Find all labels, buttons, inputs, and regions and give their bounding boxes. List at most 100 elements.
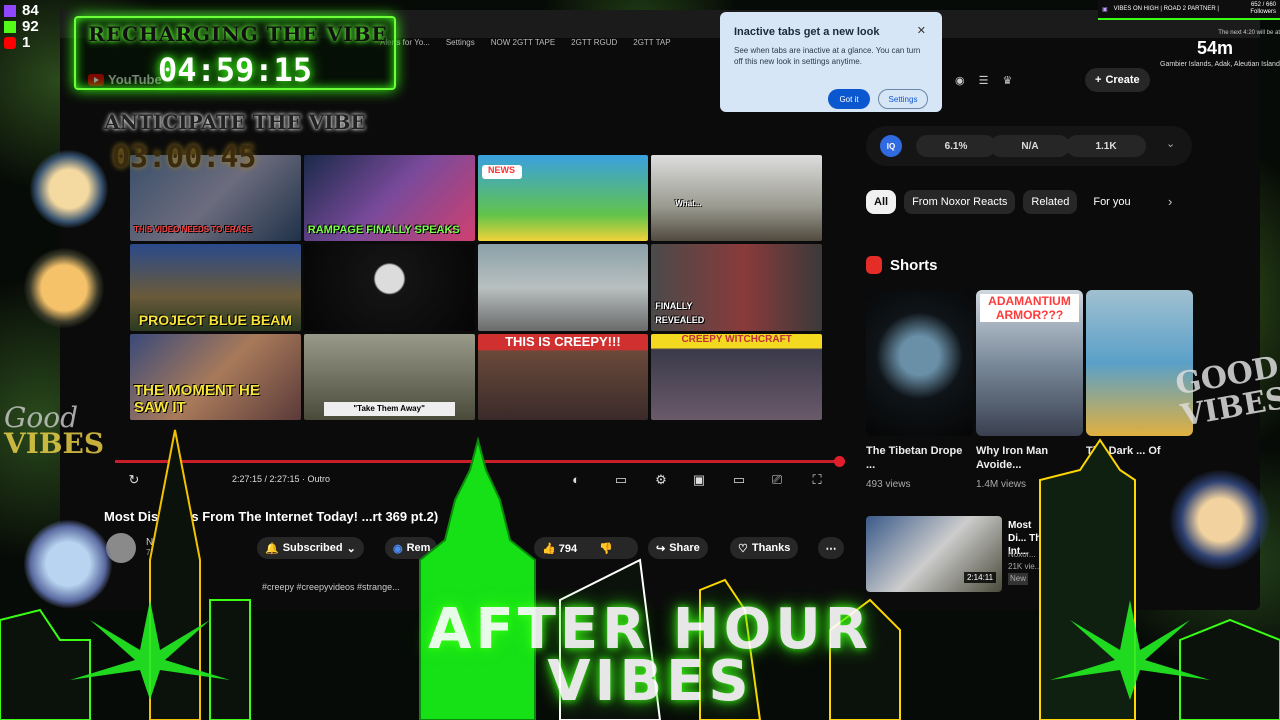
twitch-count: 84 xyxy=(22,2,39,19)
short-views: ...views xyxy=(1086,479,1120,490)
sleeping-cat-sticker xyxy=(30,150,108,228)
fullscreen-icon[interactable]: ⛶ xyxy=(807,472,827,488)
miniplayer-icon[interactable]: ▣ xyxy=(689,472,709,488)
create-label: Create xyxy=(1105,74,1140,86)
channel-info[interactable]: Ne... 77... xyxy=(146,537,167,557)
endscreen-video[interactable]: What... xyxy=(651,155,822,242)
settings-gear-icon[interactable]: ⚙ xyxy=(651,472,671,488)
bookmark-item[interactable]: 2GTT RGUD xyxy=(571,38,617,47)
queue-icon[interactable]: ☰ xyxy=(979,74,989,87)
short-thumbnail[interactable] xyxy=(866,290,973,436)
thumb-banner: NEWS xyxy=(481,165,522,179)
create-button[interactable]: + Create xyxy=(1085,68,1150,92)
follower-count: 652 / 660 xyxy=(1250,2,1276,8)
widget-value: 54m xyxy=(1196,38,1234,58)
short-title[interactable]: The Tibetan Drope ... xyxy=(866,444,966,472)
stream-title: VIBES ON HIGH | ROAD 2 PARTNER | xyxy=(1113,6,1219,12)
shorts-icon xyxy=(866,256,882,274)
like-dislike-group: 👍 794 👎 xyxy=(534,537,638,559)
inactive-tabs-popup: Inactive tabs get a new look ✕ See when … xyxy=(720,12,942,112)
widget-location: Gambier Islands, Adak, Aleutian Islands xyxy=(1160,61,1280,68)
cast-icon[interactable]: ⎚ xyxy=(767,472,787,488)
chevron-right-icon[interactable]: › xyxy=(1168,194,1172,209)
chip-related[interactable]: Related xyxy=(1023,190,1078,214)
channel-name: Ne... xyxy=(146,537,168,548)
four-twenty-widget: The next 4:20 will be at 54m Gambier Isl… xyxy=(1160,30,1280,68)
counter-row: 1 xyxy=(4,35,39,51)
remix-icon: ◉ xyxy=(393,542,403,555)
chip-from-channel[interactable]: From Noxor Reacts xyxy=(904,190,1016,214)
endscreen-video[interactable] xyxy=(477,244,649,331)
close-icon[interactable]: ✕ xyxy=(917,24,926,37)
stat-pill: 1.1K xyxy=(1066,135,1146,157)
short-title[interactable]: Why Iron Man Avoide... xyxy=(976,444,1076,472)
short-views: 493 views xyxy=(866,479,911,490)
endscreen-video[interactable]: NEWS xyxy=(477,155,649,242)
twitch-icon xyxy=(4,5,16,17)
iq-badge[interactable]: IQ xyxy=(880,135,902,157)
thumb-caption: What... xyxy=(675,199,702,209)
share-button[interactable]: ↪ Share xyxy=(648,537,708,559)
endscreen-video[interactable]: THE MOMENT HE SAW IT xyxy=(130,333,301,420)
like-button[interactable]: 👍 794 xyxy=(542,542,577,555)
player-controls: ↻ 2:27:15 / 2:27:15 · Outro ◐ ▭ ⚙ ▣ ▭ ⎚ … xyxy=(124,470,834,492)
follower-goal: 652 / 660 Followers xyxy=(1250,2,1276,16)
settings-button[interactable]: Settings xyxy=(878,89,928,109)
endscreen-video[interactable]: "Take Them Away" xyxy=(303,333,475,420)
thanks-icon: ♡ xyxy=(738,542,748,555)
dislike-icon[interactable]: 👎 xyxy=(599,542,613,555)
short-thumbnail[interactable]: ADAMANTIUM ARMOR??? xyxy=(976,290,1083,436)
countdown-value: 03:00:45 xyxy=(112,140,257,175)
short-caption: ADAMANTIUM ARMOR??? xyxy=(980,294,1079,322)
youtube-count: 1 xyxy=(22,34,31,51)
stat-pill: 6.1% xyxy=(916,135,996,157)
bookmark-item[interactable]: NOW 2GTT TAPE xyxy=(491,38,555,47)
got-it-button[interactable]: Got it xyxy=(828,89,870,109)
video-progress-bar[interactable] xyxy=(115,456,845,467)
stats-extension-bar: IQ 6.1% N/A 1.1K ⌄ xyxy=(866,126,1192,166)
captions-icon[interactable]: ▭ xyxy=(611,472,631,488)
youtube-icon xyxy=(4,37,16,49)
subscribed-button[interactable]: 🔔 Subscribed ⌄ xyxy=(257,537,364,559)
endscreen-video[interactable]: FINALLY REVEALED xyxy=(651,244,822,331)
remix-button[interactable]: ◉ Rem... xyxy=(385,537,440,559)
bookmark-item[interactable]: 2GTT TAP xyxy=(633,38,670,47)
counter-row: 92 xyxy=(4,19,39,35)
bell-icon: 🔔 xyxy=(265,542,279,555)
replay-icon[interactable]: ↻ xyxy=(124,472,144,488)
thanks-button[interactable]: ♡ Thanks xyxy=(730,537,799,559)
youtube-header-icons: ◉ ☰ ♛ xyxy=(955,74,1012,87)
short-thumbnail[interactable] xyxy=(1086,290,1193,436)
chip-all[interactable]: All xyxy=(866,190,897,214)
shorts-header: Shorts xyxy=(866,256,938,274)
endscreen-video[interactable]: PROJECT BLUE BEAM xyxy=(130,244,301,331)
recommended-channel: Noxor... xyxy=(1008,550,1036,559)
recommended-views: 21K vie... xyxy=(1008,562,1042,571)
anticipate-label: ANTICIPATE THE VIBE xyxy=(104,110,366,134)
endscreen-video[interactable]: THIS IS CREEPY!!! xyxy=(477,333,649,420)
extension-icon[interactable]: ◉ xyxy=(955,74,965,87)
glasses-cat-sticker xyxy=(24,248,104,328)
subscribed-label: Subscribed xyxy=(282,542,343,554)
endscreen-video[interactable]: RAMPAGE FINALLY SPEAKS xyxy=(303,155,475,242)
trophy-icon[interactable]: ♛ xyxy=(1002,74,1012,87)
theater-mode-icon[interactable]: ▭ xyxy=(729,472,749,488)
progress-scrubber[interactable] xyxy=(834,456,845,467)
remix-label: Rem... xyxy=(406,542,440,554)
chevron-down-icon[interactable]: ⌄ xyxy=(1166,137,1175,150)
share-icon: ↪ xyxy=(656,542,666,555)
chevron-down-icon: ⌄ xyxy=(346,542,356,555)
counter-row: 84 xyxy=(4,3,39,19)
stat-pill: N/A xyxy=(990,135,1070,157)
more-actions-button[interactable]: ⋯ xyxy=(818,537,844,559)
short-title[interactable]: The Dark ... Of The... xyxy=(1086,444,1186,472)
more-icon: ⋯ xyxy=(825,542,837,555)
video-description[interactable]: #creepy #creepyvideos #strange... xyxy=(262,582,400,592)
video-duration: 2:14:11 xyxy=(964,572,997,583)
bookmark-item[interactable]: Settings xyxy=(446,38,475,47)
autoplay-toggle-icon[interactable]: ◐ xyxy=(566,472,586,488)
endscreen-video[interactable] xyxy=(303,244,475,331)
chip-for-you[interactable]: For you xyxy=(1085,190,1138,214)
endscreen-video[interactable]: CREEPY WITCHCRAFT xyxy=(651,333,822,420)
short-views: 1.4M views xyxy=(976,479,1027,490)
